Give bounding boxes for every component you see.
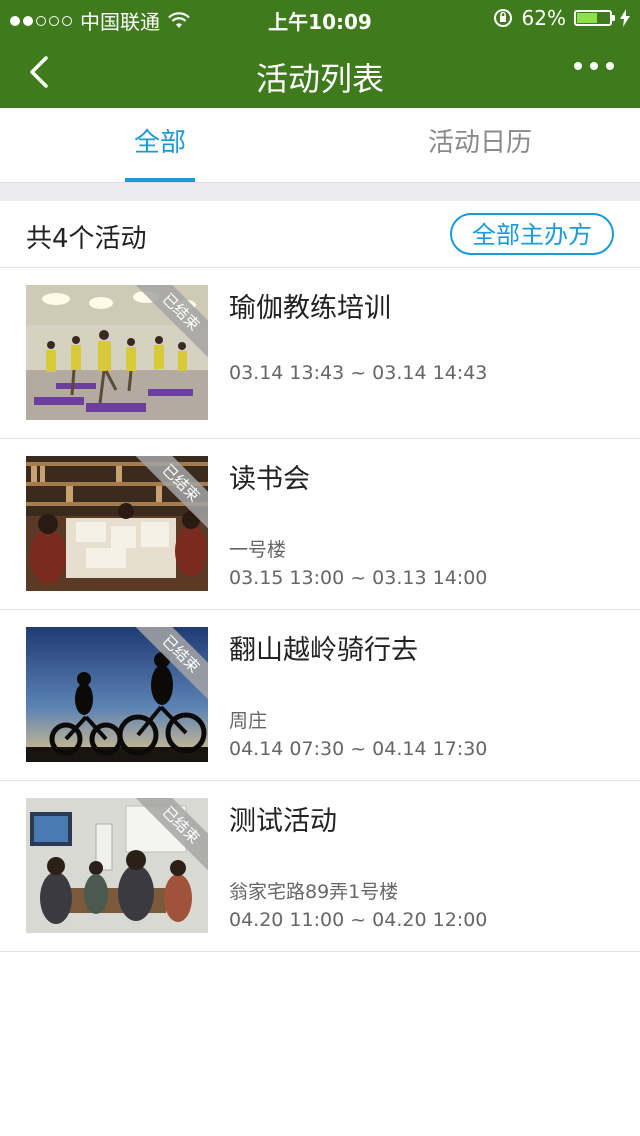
battery-percent: 62% — [521, 6, 566, 30]
activity-item-yoga[interactable]: 已结束 瑜伽教练培训 03.14 13:43 ~ 03.14 14:43 — [0, 268, 640, 439]
tab-all[interactable]: 全部 — [0, 108, 320, 182]
status-bar: 中国联通 上午10:09 62% — [0, 0, 640, 36]
section-divider — [0, 182, 640, 202]
tab-calendar-label: 活动日历 — [427, 128, 532, 158]
cycling-silhouette-photo: 已结束 — [26, 627, 208, 762]
tab-all-label: 全部 — [133, 128, 186, 158]
activity-item-cycling[interactable]: 已结束 翻山越岭骑行去 周庄 04.14 07:30 ~ 04.14 17:30 — [0, 610, 640, 781]
activity-location: 一号楼 — [229, 539, 287, 561]
battery-icon — [574, 10, 615, 26]
summary-bar: 共4个活动 全部主办方 — [0, 201, 640, 268]
activity-item-bookclub[interactable]: 已结束 读书会 一号楼 03.15 13:00 ~ 03.13 14:00 — [0, 439, 640, 610]
activity-time: 04.14 07:30 ~ 04.14 17:30 — [229, 738, 488, 760]
meeting-room-photo: 已结束 — [26, 798, 208, 933]
tab-bar: 全部 活动日历 — [0, 108, 640, 182]
activity-title: 瑜伽教练培训 — [229, 293, 391, 324]
activity-title: 读书会 — [229, 464, 310, 495]
nav-bar: 活动列表 — [0, 36, 640, 108]
page-title: 活动列表 — [255, 60, 384, 98]
activity-time: 04.20 11:00 ~ 04.20 12:00 — [229, 909, 488, 931]
activity-location: 翁家宅路89弄1号楼 — [229, 881, 399, 903]
status-right: 62% — [492, 6, 630, 30]
activity-location: 周庄 — [229, 710, 268, 732]
activity-time: 03.14 13:43 ~ 03.14 14:43 — [229, 362, 488, 384]
book-club-photo: 已结束 — [26, 456, 208, 591]
activity-list: 已结束 瑜伽教练培训 03.14 13:43 ~ 03.14 14:43 已结束… — [0, 268, 640, 952]
activity-item-test[interactable]: 已结束 测试活动 翁家宅路89弄1号楼 04.20 11:00 ~ 04.20 … — [0, 781, 640, 952]
charging-icon — [620, 9, 630, 27]
tab-calendar[interactable]: 活动日历 — [320, 108, 640, 182]
orientation-lock-icon — [493, 9, 512, 27]
activity-count: 共4个活动 — [26, 224, 147, 254]
activity-title: 测试活动 — [229, 806, 337, 837]
all-organizers-button[interactable]: 全部主办方 — [450, 213, 614, 255]
more-dots-icon[interactable] — [574, 62, 614, 70]
activity-time: 03.15 13:00 ~ 03.13 14:00 — [229, 567, 488, 589]
yoga-class-photo: 已结束 — [26, 285, 208, 420]
activity-title: 翻山越岭骑行去 — [229, 635, 418, 666]
top-bar: 中国联通 上午10:09 62% 活动列表 — [0, 0, 640, 108]
